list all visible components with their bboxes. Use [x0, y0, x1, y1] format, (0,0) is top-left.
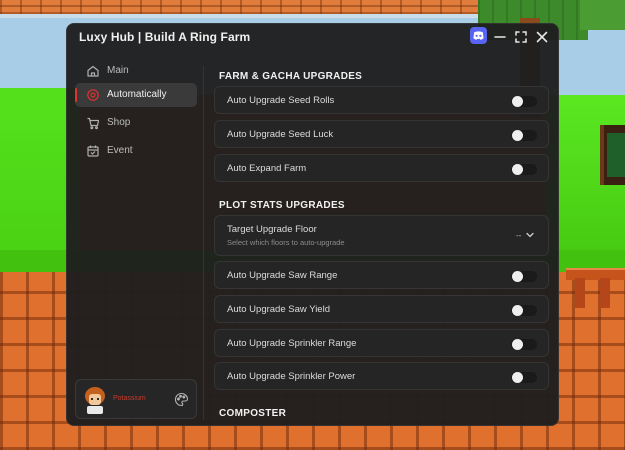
toggle-row[interactable]: Auto Upgrade Seed Luck: [214, 120, 549, 148]
sidebar-item-event[interactable]: Event: [75, 139, 197, 163]
close-icon[interactable]: [533, 28, 551, 46]
home-icon: [87, 65, 99, 77]
toggle-switch[interactable]: [511, 305, 537, 316]
target-icon: [87, 89, 99, 101]
title-bar[interactable]: Luxy Hub | Build A Ring Farm: [67, 24, 558, 50]
dropdown-row[interactable]: Target Upgrade Floor Select which floors…: [214, 215, 549, 256]
chevron-down-icon[interactable]: [525, 230, 535, 240]
toggle-switch[interactable]: [511, 164, 537, 175]
toggle-knob: [512, 271, 523, 282]
sidebar-item-label: Main: [107, 65, 129, 76]
palette-icon[interactable]: [174, 392, 189, 407]
sidebar-divider: [203, 66, 204, 420]
avatar: [85, 387, 105, 414]
sidebar-item-label: Event: [107, 145, 133, 156]
sidebar-item-label: Shop: [107, 117, 131, 128]
toggle-knob: [512, 96, 523, 107]
toggle-label: Auto Upgrade Sprinkler Power: [227, 371, 356, 382]
toggle-knob: [512, 130, 523, 141]
tree-leaves: [580, 0, 625, 30]
toggle-knob: [512, 339, 523, 350]
sidebar-item-shop[interactable]: Shop: [75, 111, 197, 135]
toggle-knob: [512, 372, 523, 383]
toggle-switch[interactable]: [511, 130, 537, 141]
toggle-label: Auto Upgrade Seed Luck: [227, 129, 334, 140]
minimize-icon[interactable]: [491, 28, 509, 46]
sign-board: [607, 133, 625, 177]
toggle-knob: [512, 305, 523, 316]
section-title: PLOT STATS UPGRADES: [219, 200, 345, 211]
active-indicator: [75, 88, 77, 102]
hub-window: Luxy Hub | Build A Ring Farm Main Automa…: [66, 23, 559, 426]
toggle-switch[interactable]: [511, 96, 537, 107]
section-title: COMPOSTER: [219, 408, 287, 419]
dropdown-label: Target Upgrade Floor: [227, 224, 317, 235]
toggle-knob: [512, 164, 523, 175]
toggle-label: Auto Expand Farm: [227, 163, 307, 174]
toggle-row[interactable]: Auto Expand Farm: [214, 154, 549, 182]
toggle-switch[interactable]: [511, 271, 537, 282]
toggle-label: Auto Upgrade Saw Range: [227, 270, 338, 281]
section-title: FARM & GACHA UPGRADES: [219, 71, 363, 82]
maximize-icon[interactable]: [512, 28, 530, 46]
toggle-switch[interactable]: [511, 339, 537, 350]
toggle-label: Auto Upgrade Seed Rolls: [227, 95, 335, 106]
cart-icon: [87, 117, 100, 130]
sidebar: Main Automatically Shop Event Potassium: [73, 59, 199, 422]
toggle-label: Auto Upgrade Saw Yield: [227, 304, 330, 315]
toggle-label: Auto Upgrade Sprinkler Range: [227, 338, 357, 349]
toggle-row[interactable]: Auto Upgrade Saw Range: [214, 261, 549, 289]
discord-icon[interactable]: [470, 27, 487, 44]
main-content: FARM & GACHA UPGRADES Auto Upgrade Seed …: [207, 64, 556, 425]
dropdown-value: --: [516, 231, 522, 240]
toggle-row[interactable]: Auto Upgrade Sprinkler Range: [214, 329, 549, 357]
window-title: Luxy Hub | Build A Ring Farm: [79, 30, 251, 44]
toggle-row[interactable]: Auto Upgrade Sprinkler Power: [214, 362, 549, 390]
fence-post: [600, 278, 610, 308]
fence-post: [575, 278, 585, 308]
sidebar-item-automatically[interactable]: Automatically: [75, 83, 197, 107]
toggle-row[interactable]: Auto Upgrade Seed Rolls: [214, 86, 549, 114]
toggle-row[interactable]: Auto Upgrade Saw Yield: [214, 295, 549, 323]
dropdown-description: Select which floors to auto-upgrade: [227, 238, 345, 247]
sidebar-item-main[interactable]: Main: [75, 59, 197, 83]
calendar-icon: [87, 145, 99, 157]
toggle-switch[interactable]: [511, 372, 537, 383]
profile-card: Potassium: [75, 379, 197, 419]
username: Potassium: [113, 395, 146, 402]
sidebar-item-label: Automatically: [107, 89, 167, 100]
